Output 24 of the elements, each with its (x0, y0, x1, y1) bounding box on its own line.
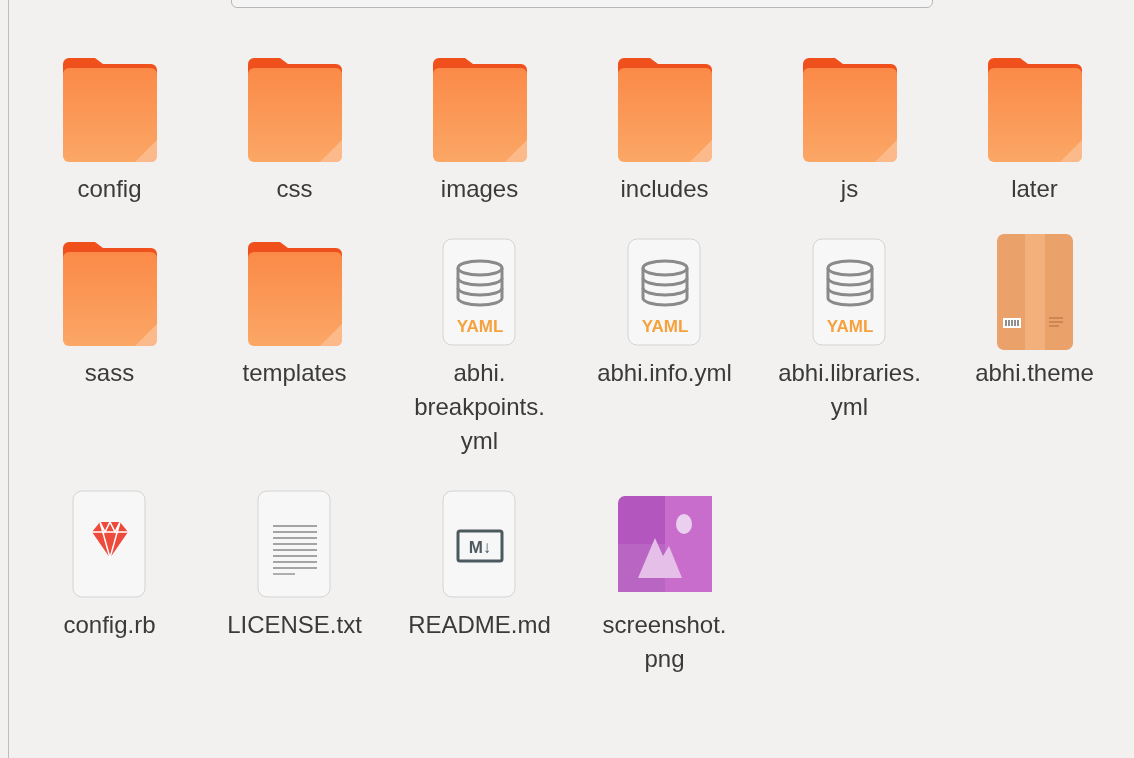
file-name: LICENSE.txt (226, 610, 363, 640)
file-name: js (839, 174, 860, 204)
image-file-icon (617, 496, 712, 592)
file-name: abhi.breakpoints.yml (413, 358, 546, 456)
file-name: README.md (407, 610, 552, 640)
package-icon (996, 234, 1073, 350)
file-name: abhi.info.yml (596, 358, 733, 388)
gem-file-icon (71, 490, 148, 598)
file-name: config (76, 174, 143, 204)
file-name: templates (241, 358, 348, 388)
file-name: includes (619, 174, 710, 204)
yaml-file-icon: YAML (626, 238, 703, 346)
file-name: abhi.theme (974, 358, 1095, 388)
yaml-file-icon: YAML (441, 238, 518, 346)
file-name: sass (83, 358, 136, 388)
file-name: screenshot.png (601, 610, 728, 674)
text-file-icon (256, 490, 333, 598)
yaml-file-icon: YAML (811, 238, 888, 346)
markdown-file-icon: M↓ (441, 490, 518, 598)
file-name: later (1010, 174, 1059, 204)
file-name: config.rb (62, 610, 157, 640)
file-name: abhi.libraries.yml (777, 358, 922, 422)
file-name: images (439, 174, 520, 204)
file-name: css (275, 174, 314, 204)
